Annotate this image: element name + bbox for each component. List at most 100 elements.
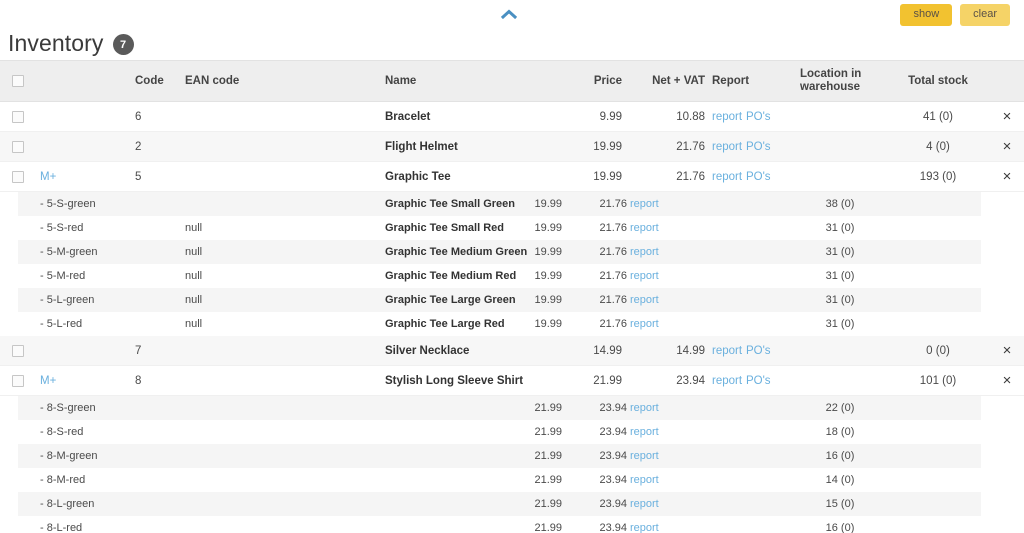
cell-code: 2 <box>135 140 142 153</box>
cell-variant-net-vat: 23.94 <box>599 450 627 462</box>
row-checkbox[interactable] <box>12 110 24 123</box>
cell-ean-code <box>185 102 380 131</box>
header-location-in-warehouse[interactable]: Location in warehouse <box>800 61 890 101</box>
cell-name: Bracelet <box>385 110 431 123</box>
cell-name: Silver Necklace <box>385 344 470 357</box>
cell-variant-code: - 5-S-green <box>40 198 96 210</box>
cell-location-in-warehouse <box>800 366 890 395</box>
expand-variants-link <box>40 132 80 161</box>
header-report[interactable]: Report <box>712 61 752 101</box>
row-checkbox[interactable] <box>12 170 24 183</box>
row-checkbox[interactable] <box>12 140 24 153</box>
cell-variant-code: - 8-S-red <box>40 426 84 438</box>
variant-row: - 5-S-green Graphic Tee Small Green 19.99 2… <box>0 192 1024 216</box>
cell-variant-price: 19.99 <box>534 246 562 258</box>
remove-row-button[interactable]: × <box>995 132 1019 161</box>
cell-variant-price: 21.99 <box>534 474 562 486</box>
variant-row: - 5-L-red null Graphic Tee Large Red 19.99 2… <box>0 312 1024 336</box>
pos-link[interactable]: PO's <box>746 102 786 131</box>
cell-variant-net-vat: 23.94 <box>599 522 627 533</box>
pos-link[interactable]: PO's <box>746 132 786 161</box>
table-row: 2 Flight Helmet 19.99 21.76 report PO's 4 (0) × <box>0 132 1024 162</box>
variant-report-link[interactable]: report <box>630 288 675 312</box>
variant-report-link[interactable]: report <box>630 396 675 420</box>
cell-ean-code <box>185 366 380 395</box>
expand-variants-link[interactable]: M+ <box>40 366 80 395</box>
close-icon: × <box>1002 108 1012 125</box>
item-count-badge: 7 <box>112 34 134 55</box>
pos-link[interactable]: PO's <box>746 366 786 395</box>
expand-variants-link[interactable]: M+ <box>40 162 80 191</box>
select-all-checkbox-cell <box>12 61 36 101</box>
cell-variant-total-stock: 31 (0) <box>825 222 855 234</box>
variant-row: - 8-S-green 21.99 23.94 report 22 (0) <box>0 396 1024 420</box>
top-bar: show clear <box>0 0 1024 26</box>
cell-variant-net-vat: 21.76 <box>599 318 627 330</box>
cell-price: 9.99 <box>599 110 622 123</box>
chevron-up-icon[interactable] <box>497 6 521 22</box>
variant-report-link[interactable]: report <box>630 312 675 336</box>
row-checkbox-cell <box>12 132 36 161</box>
row-checkbox[interactable] <box>12 344 24 357</box>
remove-row-button[interactable]: × <box>995 366 1019 395</box>
cell-variant-code: - 5-L-green <box>40 294 95 306</box>
cell-variant-code: - 5-M-green <box>40 246 98 258</box>
variant-report-link[interactable]: report <box>630 216 675 240</box>
pos-link[interactable]: PO's <box>746 336 786 365</box>
cell-total-stock: 101 (0) <box>919 374 957 387</box>
clear-button[interactable]: clear <box>960 4 1010 26</box>
header-price[interactable]: Price <box>560 61 622 101</box>
cell-price: 19.99 <box>593 170 622 183</box>
row-checkbox[interactable] <box>12 374 24 387</box>
variant-report-link[interactable]: report <box>630 516 675 533</box>
cell-variant-net-vat: 23.94 <box>599 402 627 414</box>
select-all-checkbox[interactable] <box>12 75 24 87</box>
cell-name: Flight Helmet <box>385 140 458 153</box>
variant-report-link[interactable]: report <box>630 192 675 216</box>
cell-variant-price: 19.99 <box>534 198 562 210</box>
cell-variant-total-stock: 22 (0) <box>825 402 855 414</box>
variant-row: - 8-M-green 21.99 23.94 report 16 (0) <box>0 444 1024 468</box>
variant-report-link[interactable]: report <box>630 420 675 444</box>
variant-report-link[interactable]: report <box>630 240 675 264</box>
variant-row: - 5-L-green null Graphic Tee Large Green 19… <box>0 288 1024 312</box>
header-ean-code[interactable]: EAN code <box>185 61 380 101</box>
cell-variant-total-stock: 15 (0) <box>825 498 855 510</box>
header-location-line1: Location in <box>800 68 862 80</box>
cell-variant-code: - 8-M-green <box>40 450 98 462</box>
cell-variant-total-stock: 31 (0) <box>825 246 855 258</box>
cell-variant-net-vat: 23.94 <box>599 426 627 438</box>
table-row: 6 Bracelet 9.99 10.88 report PO's 41 (0) × <box>0 102 1024 132</box>
remove-row-button[interactable]: × <box>995 336 1019 365</box>
cell-net-vat: 14.99 <box>676 344 705 357</box>
remove-row-button[interactable]: × <box>995 162 1019 191</box>
cell-variant-code: - 8-M-red <box>40 474 86 486</box>
cell-variant-code: - 5-M-red <box>40 270 86 282</box>
header-name[interactable]: Name <box>385 61 585 101</box>
cell-variant-net-vat: 21.76 <box>599 198 627 210</box>
remove-row-button[interactable]: × <box>995 102 1019 131</box>
variant-report-link[interactable]: report <box>630 444 675 468</box>
variant-report-link[interactable]: report <box>630 492 675 516</box>
header-net-vat[interactable]: Net + VAT <box>635 61 705 101</box>
table-row: 7 Silver Necklace 14.99 14.99 report PO's 0 (0… <box>0 336 1024 366</box>
cell-variant-net-vat: 23.94 <box>599 498 627 510</box>
cell-variant-net-vat: 21.76 <box>599 246 627 258</box>
cell-location-in-warehouse <box>800 162 890 191</box>
variant-row: - 8-L-green 21.99 23.94 report 15 (0) <box>0 492 1024 516</box>
header-code[interactable]: Code <box>135 61 180 101</box>
variant-row: - 8-M-red 21.99 23.94 report 14 (0) <box>0 468 1024 492</box>
row-checkbox-cell <box>12 336 36 365</box>
cell-ean-code <box>185 132 380 161</box>
cell-ean-code <box>185 336 380 365</box>
cell-variant-price: 21.99 <box>534 522 562 533</box>
header-total-stock[interactable]: Total stock <box>890 61 986 101</box>
variant-report-link[interactable]: report <box>630 468 675 492</box>
show-button[interactable]: show <box>900 4 953 26</box>
variant-row: - 8-S-red 21.99 23.94 report 18 (0) <box>0 420 1024 444</box>
variant-report-link[interactable]: report <box>630 264 675 288</box>
cell-total-stock: 0 (0) <box>926 344 950 357</box>
cell-variant-code: - 5-S-red <box>40 222 84 234</box>
cell-variant-code: - 8-S-green <box>40 402 96 414</box>
pos-link[interactable]: PO's <box>746 162 786 191</box>
